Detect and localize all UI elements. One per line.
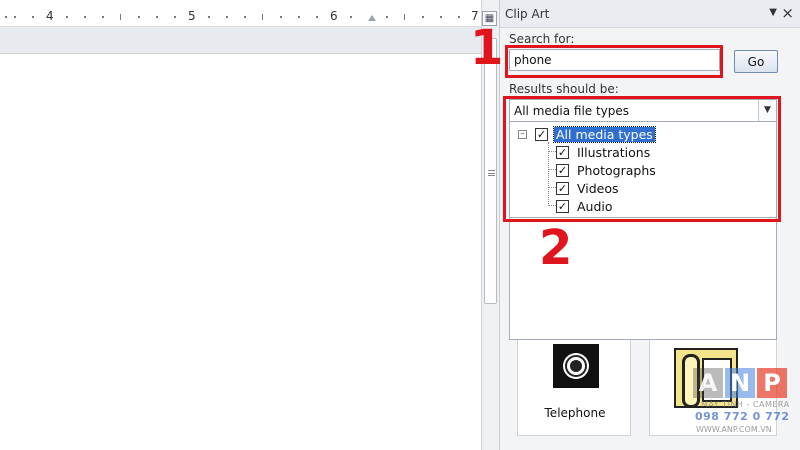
watermark-letter: N <box>725 368 755 398</box>
ruler-number: 4 <box>46 9 54 23</box>
ruler-mark <box>156 16 158 18</box>
scrollbar-thumb[interactable] <box>484 38 497 304</box>
highlight-box-step-1 <box>505 45 723 78</box>
ruler-mark <box>422 16 424 18</box>
ruler-mark <box>138 16 140 18</box>
watermark-logo: A N P MÁY TÍNH - CAMERA 098 772 0 772 WW… <box>693 368 798 448</box>
ruler-mark <box>84 16 86 18</box>
ruler-mark <box>244 16 246 18</box>
highlight-box-step-2 <box>503 96 781 222</box>
horizontal-ruler[interactable]: 4 5 6 7 <box>0 5 481 27</box>
ruler-mark <box>262 14 263 20</box>
ruler-mark <box>350 16 352 18</box>
ruler-number: 5 <box>188 9 196 23</box>
watermark-phone: 098 772 0 772 <box>695 410 790 423</box>
watermark-letter: P <box>757 368 787 398</box>
ruler-tab-marker[interactable] <box>368 15 376 21</box>
ruler-mark <box>14 16 16 18</box>
watermark-site: WWW.ANP.COM.VN <box>696 425 772 434</box>
clip-result-label: Telephone <box>544 406 606 420</box>
watermark-letter: A <box>693 368 723 398</box>
ruler-mark <box>386 16 388 18</box>
ruler-mark <box>226 16 228 18</box>
ruler-mark <box>5 16 7 18</box>
ruler-mark <box>440 16 442 18</box>
ruler-number: 6 <box>330 9 338 23</box>
ruler-mark <box>66 16 68 18</box>
ruler-mark <box>404 14 405 20</box>
ruler-mark <box>174 16 176 18</box>
ruler-mark <box>458 16 460 18</box>
dropdown-arrow-icon[interactable]: ▼ <box>769 7 777 18</box>
ruler-mark <box>298 16 300 18</box>
clip-result-item[interactable]: Telephone <box>517 340 631 436</box>
ruler-margin-band <box>0 27 481 54</box>
scrollbar-grip-icon <box>488 170 495 176</box>
watermark-letters: A N P <box>693 368 787 398</box>
results-label: Results should be: <box>509 82 619 96</box>
ruler-mark <box>102 16 104 18</box>
go-button[interactable]: Go <box>734 50 778 73</box>
ruler-mark <box>32 16 34 18</box>
search-label: Search for: <box>509 32 575 46</box>
ruler-mark <box>280 16 282 18</box>
ruler-mark <box>120 14 121 20</box>
ruler-mark <box>208 16 210 18</box>
watermark-tagline: MÁY TÍNH - CAMERA <box>701 400 790 409</box>
pane-header: Clip Art ▼ × <box>500 0 800 28</box>
ruler-mark <box>316 16 318 18</box>
pane-title: Clip Art <box>505 7 550 21</box>
audio-disc-icon <box>553 344 599 388</box>
step-number-2: 2 <box>539 220 573 276</box>
step-number-1: 1 <box>470 20 504 76</box>
document-area[interactable]: 4 5 6 7 <box>0 0 481 450</box>
close-icon[interactable]: × <box>781 4 794 22</box>
